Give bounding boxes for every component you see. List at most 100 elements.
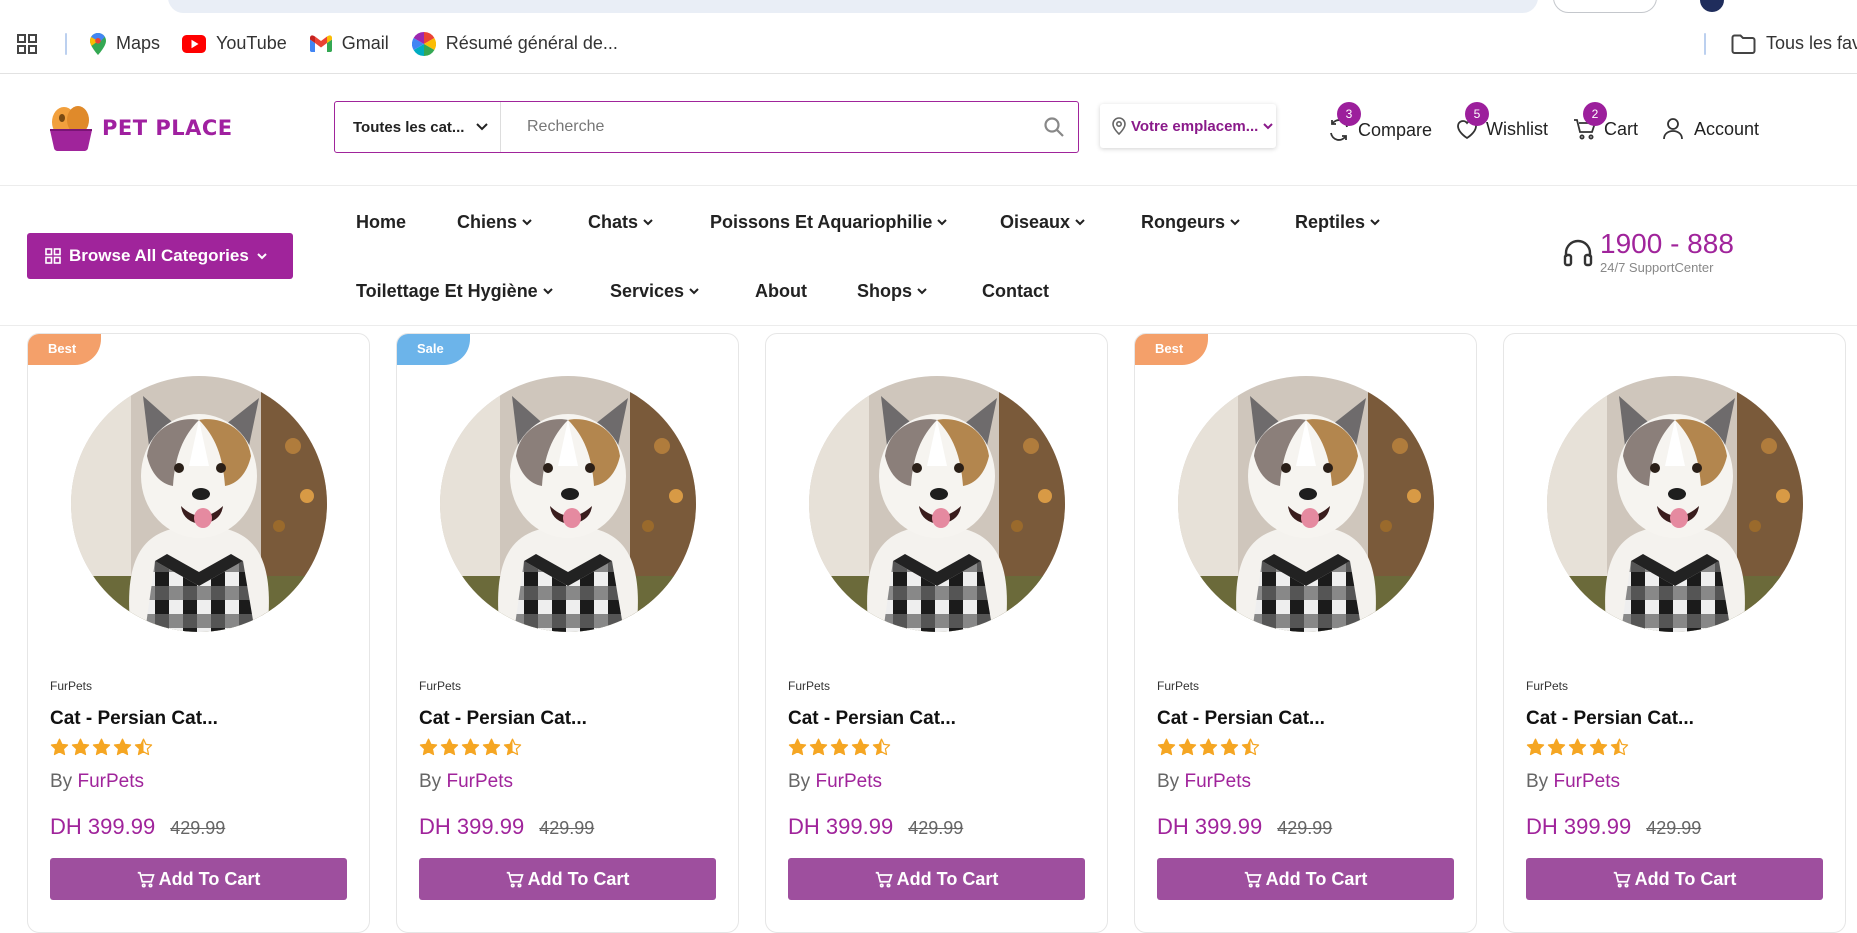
logo[interactable]: PET PLACE (48, 104, 233, 152)
product-image[interactable] (440, 376, 696, 632)
search-input[interactable] (501, 102, 1030, 152)
nav-item-about[interactable]: About (755, 281, 807, 302)
product-title[interactable]: Cat - Persian Cat... (50, 708, 218, 730)
profile-avatar[interactable] (1700, 0, 1724, 12)
bookmark-gmail[interactable]: Gmail (309, 33, 389, 54)
product-card: Best FurPets Cat - Persian Cat... By FurPet… (27, 333, 370, 933)
nav-item-label: Home (356, 212, 407, 232)
logo-text: PET PLACE (102, 116, 233, 140)
product-by: By FurPets (788, 771, 882, 793)
product-price: DH 399.99 429.99 (788, 814, 963, 840)
bookmark-label: Maps (116, 33, 161, 53)
star-icon (851, 738, 870, 756)
star-icon (1526, 738, 1545, 756)
search-category-label: Toutes les cat... (353, 118, 465, 136)
chevron-down-icon (689, 288, 699, 295)
star-icon (482, 738, 501, 756)
nav-item-contact[interactable]: Contact (982, 281, 1049, 302)
product-vendor-link[interactable]: FurPets (1553, 771, 1620, 792)
star-icon (71, 738, 90, 756)
toolbar-pill-button[interactable] (1553, 0, 1657, 13)
nav-item-rongeurs[interactable]: Rongeurs (1141, 212, 1240, 233)
old-price: 429.99 (1277, 818, 1333, 838)
product-image[interactable] (1547, 376, 1803, 632)
star-icon (1199, 738, 1218, 756)
nav-item-poissons-et-aquariophilie[interactable]: Poissons Et Aquariophilie (710, 212, 948, 233)
bookmarks-bar: Maps YouTube Gmail Résumé général de... … (0, 14, 1857, 74)
product-image[interactable] (71, 376, 327, 632)
grid-icon (45, 248, 61, 264)
compare-icon: 3 (1327, 102, 1361, 142)
compare-count-badge: 3 (1337, 102, 1361, 126)
location-selector[interactable]: Votre emplacem... (1100, 104, 1276, 148)
nav-item-services[interactable]: Services (610, 281, 699, 302)
product-title[interactable]: Cat - Persian Cat... (419, 708, 587, 730)
bookmark-label: YouTube (216, 33, 287, 53)
bookmark-all-folder[interactable]: Tous les fav (1731, 33, 1857, 54)
product-title[interactable]: Cat - Persian Cat... (1157, 708, 1325, 730)
color-wheel-icon (411, 31, 436, 56)
location-pin-icon (1112, 117, 1126, 135)
bookmark-resume[interactable]: Résumé général de... (411, 31, 618, 56)
product-vendor-link[interactable]: FurPets (77, 771, 144, 792)
nav-item-reptiles[interactable]: Reptiles (1295, 212, 1380, 233)
product-vendor-link[interactable]: FurPets (815, 771, 882, 792)
cart-icon (137, 871, 155, 888)
bookmark-youtube[interactable]: YouTube (182, 33, 287, 54)
cart-link[interactable]: 2 Cart (1573, 102, 1638, 140)
star-icon (788, 738, 807, 756)
cart-icon: 2 (1573, 102, 1607, 140)
star-icon (1547, 738, 1566, 756)
add-to-cart-label: Add To Cart (896, 868, 999, 889)
bookmark-label: Résumé général de... (445, 33, 618, 53)
support-phone[interactable]: 1900 - 888 (1600, 230, 1734, 258)
bookmark-maps[interactable]: Maps (90, 32, 161, 55)
nav-item-chats[interactable]: Chats (588, 212, 653, 233)
nav-item-oiseaux[interactable]: Oiseaux (1000, 212, 1085, 233)
nav-item-label: Oiseaux (1000, 212, 1071, 232)
wishlist-link[interactable]: 5 Wishlist (1455, 102, 1548, 140)
product-vendor: FurPets (1157, 679, 1200, 693)
rating-stars (50, 738, 153, 756)
product-vendor-link[interactable]: FurPets (446, 771, 513, 792)
nav-item-home[interactable]: Home (356, 212, 406, 233)
search-category-select[interactable]: Toutes les cat... (335, 102, 501, 152)
nav-item-shops[interactable]: Shops (857, 281, 927, 302)
search-button[interactable] (1030, 102, 1078, 152)
product-vendor: FurPets (419, 679, 462, 693)
product-image[interactable] (1178, 376, 1434, 632)
browse-all-categories-button[interactable]: Browse All Categories (27, 233, 293, 279)
by-prefix: By (419, 771, 442, 792)
product-grid: Best FurPets Cat - Persian Cat... By FurPet… (27, 333, 1857, 933)
product-vendor-link[interactable]: FurPets (1184, 771, 1251, 792)
star-icon (1568, 738, 1587, 756)
star-icon (134, 738, 153, 756)
chevron-down-icon (1370, 219, 1380, 226)
bookmark-label: Tous les fav (1766, 33, 1857, 53)
product-image[interactable] (809, 376, 1065, 632)
product-title[interactable]: Cat - Persian Cat... (788, 708, 956, 730)
star-icon (1610, 738, 1629, 756)
apps-grid-icon[interactable] (16, 33, 38, 55)
account-link[interactable]: Account (1663, 118, 1759, 140)
nav-item-chiens[interactable]: Chiens (457, 212, 532, 233)
product-price: DH 399.99 429.99 (419, 814, 594, 840)
cart-icon (875, 871, 893, 888)
product-title[interactable]: Cat - Persian Cat... (1526, 708, 1694, 730)
user-icon (1663, 118, 1683, 140)
star-icon (440, 738, 459, 756)
by-prefix: By (50, 771, 73, 792)
star-icon (113, 738, 132, 756)
product-by: By FurPets (419, 771, 513, 793)
nav-item-label: Rongeurs (1141, 212, 1226, 232)
by-prefix: By (1157, 771, 1180, 792)
address-bar[interactable] (168, 0, 1538, 13)
nav-item-toilettage-et-hygiène[interactable]: Toilettage Et Hygiène (356, 281, 553, 302)
by-prefix: By (788, 771, 811, 792)
chevron-down-icon (257, 252, 267, 260)
folder-icon (1731, 34, 1756, 54)
maps-pin-icon (90, 32, 106, 55)
compare-link[interactable]: 3 Compare (1327, 102, 1432, 142)
nav-item-label: Services (610, 281, 685, 301)
add-to-cart-label: Add To Cart (527, 868, 630, 889)
